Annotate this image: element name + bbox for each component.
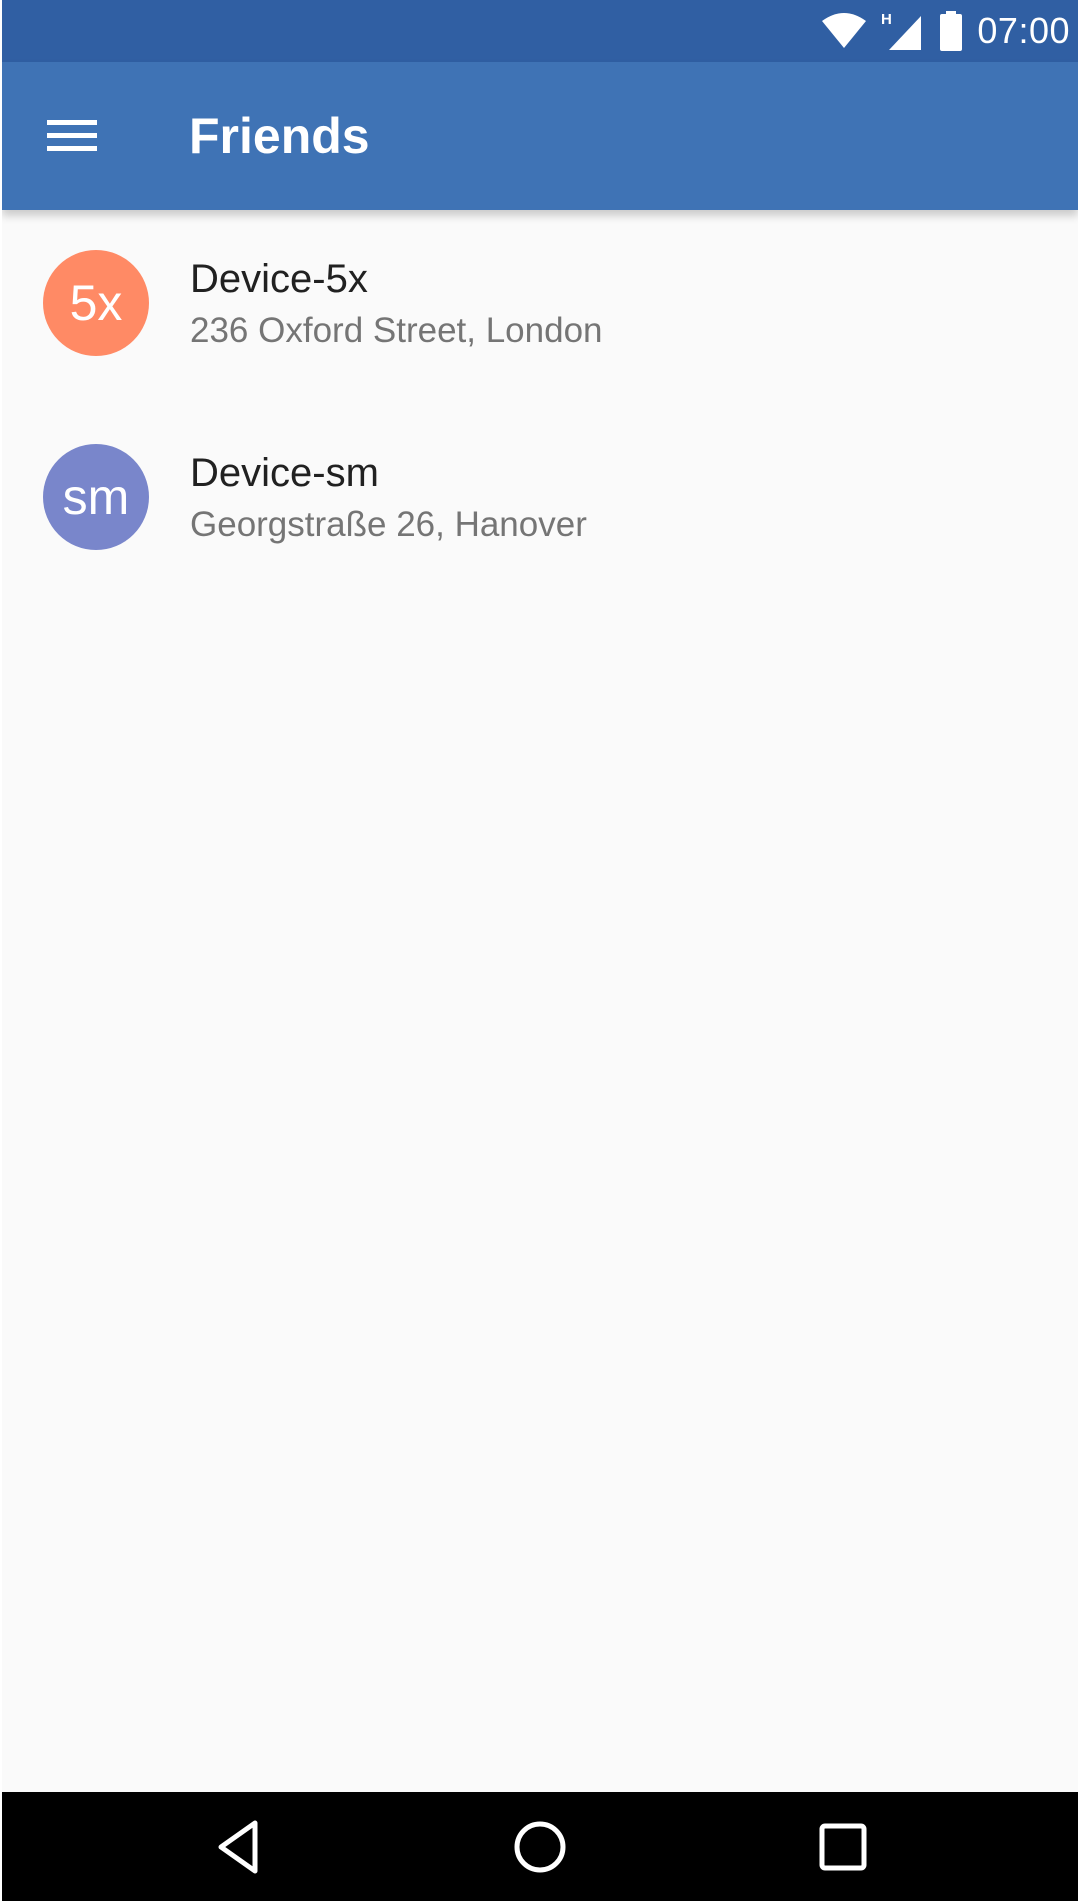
avatar-initials: 5x [69,275,123,331]
friend-address: Georgstraße 26, Hanover [190,505,587,544]
avatar: sm [43,444,149,550]
friend-name: Device-5x [190,257,368,301]
back-icon [218,1820,258,1874]
device-screen: H 07:00 Friends 5x Device-5x 236 Oxford … [2,0,1078,1901]
home-icon [514,1821,566,1873]
friend-item-device-sm[interactable]: sm Device-sm Georgstraße 26, Hanover [2,404,1078,598]
page-title: Friends [189,108,370,164]
status-time: 07:00 [977,10,1070,51]
app-bar: Friends [2,62,1078,210]
home-button[interactable] [480,1812,600,1882]
hamburger-menu-icon [47,120,97,151]
cell-signal-icon: H [881,10,925,52]
status-icons: H 07:00 [821,8,1070,54]
screen: H 07:00 Friends 5x Device-5x 236 Oxford … [0,0,1078,1901]
network-type-label: H [881,11,892,28]
system-nav-bar [2,1792,1078,1901]
back-button[interactable] [178,1812,298,1882]
avatar-initials: sm [62,469,130,525]
status-bar: H 07:00 [2,0,1078,62]
friend-name: Device-sm [190,451,379,495]
avatar: 5x [43,250,149,356]
wifi-icon [821,13,867,49]
friend-item-device-5x[interactable]: 5x Device-5x 236 Oxford Street, London [2,210,1078,404]
battery-icon [939,11,963,51]
recents-icon [819,1823,867,1871]
friend-address: 236 Oxford Street, London [190,311,603,350]
recents-button[interactable] [783,1812,903,1882]
menu-button[interactable] [22,92,122,180]
friends-list: 5x Device-5x 236 Oxford Street, London s… [2,210,1078,1792]
